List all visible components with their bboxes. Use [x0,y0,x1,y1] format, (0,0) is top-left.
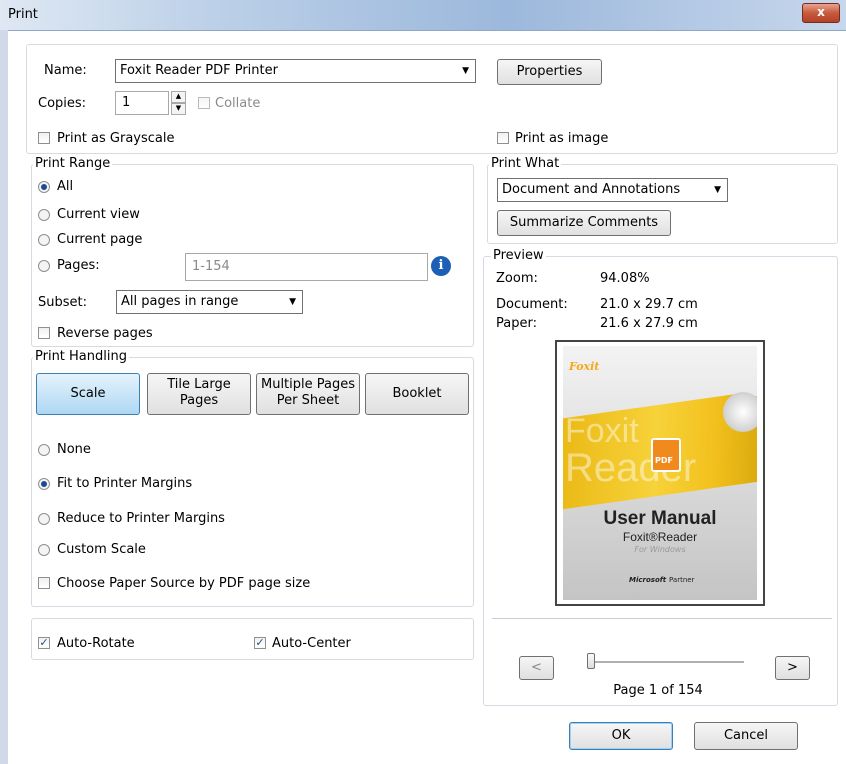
cover-product: Foxit®Reader [622,530,698,544]
tab-multiple-line2: Per Sheet [276,393,340,408]
print-as-image-checkbox[interactable] [497,132,509,144]
chevron-down-icon: ▼ [289,297,296,307]
cover-title: User Manual [603,508,717,529]
collate-checkbox[interactable] [198,97,210,109]
print-what-value: Document and Annotations [502,182,681,197]
paper-source-checkbox[interactable] [38,577,50,589]
subset-select-value: All pages in range [121,294,239,309]
range-pages-label: Pages: [57,258,100,273]
scale-custom-radio[interactable] [38,544,50,556]
summarize-comments-button[interactable]: Summarize Comments [497,210,671,236]
close-button[interactable]: x [802,3,840,23]
foxit-logo: Foxit [569,360,600,373]
print-what-legend: Print What [489,156,562,171]
grayscale-checkbox[interactable] [38,132,50,144]
subset-label: Subset: [38,295,87,310]
subset-select[interactable]: All pages in range ▼ [116,290,303,314]
title-bar: Print x [0,0,846,31]
tab-booklet[interactable]: Booklet [365,373,469,415]
grayscale-label: Print as Grayscale [57,131,175,146]
reverse-pages-checkbox[interactable] [38,327,50,339]
next-page-button[interactable]: > [775,656,810,680]
page-curl [723,392,757,432]
preview-divider [492,618,832,619]
info-icon[interactable]: i [431,256,451,276]
cover-image: Foxit Foxit Reader PDF User Manual Foxit… [563,346,757,600]
document-label: Document: [496,297,568,312]
copies-down-icon[interactable]: ▼ [171,103,186,115]
range-all-radio[interactable] [38,181,50,193]
paper-source-label: Choose Paper Source by PDF page size [57,576,311,591]
properties-button[interactable]: Properties [497,59,602,85]
collate-label: Collate [215,96,261,111]
print-what-select[interactable]: Document and Annotations ▼ [497,178,728,202]
pages-input[interactable]: 1-154 [185,253,428,281]
tab-tile-line1: Tile Large [167,377,231,392]
checkmark-icon: ✓ [255,636,265,649]
range-current-view-label: Current view [57,207,140,222]
scale-reduce-label: Reduce to Printer Margins [57,511,225,526]
scale-fit-label: Fit to Printer Margins [57,476,193,491]
tab-tile-line2: Pages [179,393,219,408]
page-indicator: Page 1 of 154 [613,683,703,698]
copies-label: Copies: [38,96,87,111]
range-current-page-label: Current page [57,232,143,247]
zoom-label: Zoom: [496,271,538,286]
cancel-button[interactable]: Cancel [694,722,798,750]
tab-multiple-pages[interactable]: Multiple Pages Per Sheet [256,373,360,415]
tab-scale[interactable]: Scale [36,373,140,415]
page-slider-handle[interactable] [587,653,595,669]
partner-word: Partner [669,576,695,584]
printer-select-value: Foxit Reader PDF Printer [120,63,278,78]
scale-fit-radio[interactable] [38,478,50,490]
partner-brand: Microsoft [629,576,667,584]
print-as-image-label: Print as image [515,131,609,146]
print-handling-legend: Print Handling [33,349,129,364]
pdf-badge: PDF [655,456,673,465]
preview-legend: Preview [491,248,546,263]
pdf-icon: PDF [651,438,681,472]
prev-page-button[interactable]: < [519,656,554,680]
print-range-legend: Print Range [33,156,113,171]
scale-none-radio[interactable] [38,444,50,456]
paper-value: 21.6 x 27.9 cm [600,316,698,331]
printer-select[interactable]: Foxit Reader PDF Printer ▼ [115,59,476,83]
page-slider-track[interactable] [592,661,744,663]
range-current-page-radio[interactable] [38,234,50,246]
reverse-pages-label: Reverse pages [57,326,153,341]
chevron-down-icon: ▼ [714,185,721,195]
scale-custom-label: Custom Scale [57,542,146,557]
name-label: Name: [44,63,87,78]
zoom-value: 94.08% [600,271,650,286]
scale-reduce-radio[interactable] [38,513,50,525]
checkmark-icon: ✓ [39,636,49,649]
cover-platform: For Windows [634,545,686,554]
window-title: Print [8,7,38,22]
range-pages-radio[interactable] [38,260,50,272]
document-value: 21.0 x 29.7 cm [600,297,698,312]
close-icon: x [817,5,825,19]
tab-multiple-line1: Multiple Pages [260,377,355,392]
copies-input[interactable]: 1 [115,91,169,115]
auto-rotate-label: Auto-Rotate [57,636,135,651]
paper-label: Paper: [496,316,537,331]
auto-center-checkbox[interactable]: ✓ [254,637,266,649]
range-all-label: All [57,179,74,194]
copies-up-icon[interactable]: ▲ [171,91,186,103]
chevron-down-icon: ▼ [462,66,469,76]
scale-none-label: None [57,442,91,457]
auto-center-label: Auto-Center [272,636,351,651]
auto-rotate-checkbox[interactable]: ✓ [38,637,50,649]
tab-tile-large-pages[interactable]: Tile Large Pages [147,373,251,415]
ok-button[interactable]: OK [569,722,673,750]
range-current-view-radio[interactable] [38,209,50,221]
preview-page: Foxit Foxit Reader PDF User Manual Foxit… [555,340,765,606]
